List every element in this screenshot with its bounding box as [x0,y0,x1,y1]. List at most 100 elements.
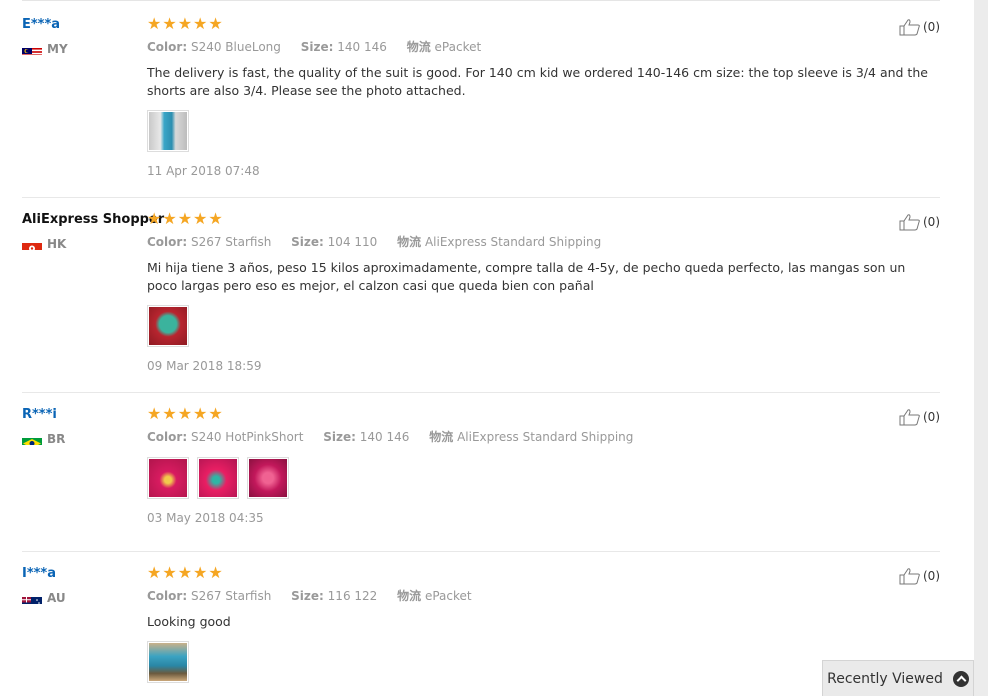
flag-my-icon [22,44,42,55]
thumbs-up-icon [899,19,920,36]
divider [22,392,940,393]
review-photo[interactable] [147,641,189,683]
color-label: Color: [147,40,188,54]
review-photo[interactable] [147,110,189,152]
color-label: Color: [147,235,188,249]
helpful-count: (0) [923,569,940,583]
divider [22,0,940,1]
page-scrollbar-track[interactable] [974,0,988,696]
country-code: AU [47,591,66,605]
star-icon: ★ [162,563,177,582]
reviewer-info: E***a MY [22,17,68,56]
star-icon: ★ [147,14,162,33]
size-label: Size: [300,40,334,54]
recently-viewed-button[interactable]: Recently Viewed [822,660,974,696]
review-date: 11 Apr 2018 07:48 [147,164,260,178]
reviewer-name[interactable]: R***i [22,407,65,422]
size-value: 116 122 [327,589,378,603]
star-icon: ★ [208,404,223,423]
color-label: Color: [147,430,188,444]
shipping-value: ePacket [434,40,482,54]
helpful-button[interactable]: (0) [899,213,940,231]
reviewer-name[interactable]: E***a [22,17,68,32]
star-icon: ★ [147,404,162,423]
review-photos [147,110,937,152]
star-icon: ★ [208,209,223,228]
helpful-count: (0) [923,215,940,229]
divider [22,197,940,198]
star-icon: ★ [162,209,177,228]
shipping-value: AliExpress Standard Shipping [424,235,602,249]
size-value: 140 146 [359,430,410,444]
color-value: S240 HotPinkShort [190,430,304,444]
review-content: ★ ★ ★ ★ ★ Color: S240 HotPinkShort Size:… [147,406,937,525]
divider [22,551,940,552]
color-value: S267 Starfish [190,589,272,603]
helpful-button[interactable]: (0) [899,567,940,585]
shipping-value: ePacket [424,589,472,603]
shipping-value: AliExpress Standard Shipping [457,430,634,444]
review-photos [147,305,937,347]
star-icon: ★ [177,563,193,582]
size-value: 104 110 [327,235,378,249]
reviewer-info: I***a AU [22,566,66,605]
color-label: Color: [147,589,188,603]
rating-stars: ★ ★ ★ ★ ★ [147,565,937,583]
size-value: 140 146 [337,40,387,54]
size-label: Size: [291,589,324,603]
star-icon: ★ [193,14,208,33]
size-label: Size: [291,235,324,249]
review-date: 03 May 2018 04:35 [147,511,264,525]
helpful-button[interactable]: (0) [899,18,940,36]
shipping-label: 物流 [397,235,422,249]
country-code: BR [47,432,66,446]
recently-viewed-label: Recently Viewed [827,670,943,687]
review-text: Looking good [147,614,231,629]
reviewer-info: AliExpress Shopper HK [22,212,164,251]
review-content: ★ ★ ★ ★ ★ Color: S267 Starfish Size: 116… [147,565,937,683]
reviewer-info: R***i BR [22,407,65,446]
reviewer-country: AU [22,591,66,605]
flag-br-icon [22,434,42,445]
review-text: Mi hija tiene 3 años, peso 15 kilos apro… [147,260,906,293]
review-photo[interactable] [197,457,239,499]
order-info: Color: S240 BlueLong Size: 140 146 物流 eP… [147,38,937,55]
helpful-button[interactable]: (0) [899,408,940,426]
color-value: S240 BlueLong [190,40,281,54]
review-content: ★ ★ ★ ★ ★ Color: S267 Starfish Size: 104… [147,211,937,373]
review-photo[interactable] [147,305,189,347]
review-photos [147,457,937,499]
star-icon: ★ [177,209,193,228]
country-code: MY [47,42,68,56]
order-info: Color: S267 Starfish Size: 116 122 物流 eP… [147,587,937,604]
star-icon: ★ [177,14,193,33]
star-icon: ★ [162,404,177,423]
thumbs-up-icon [899,568,920,585]
star-icon: ★ [193,404,208,423]
rating-stars: ★ ★ ★ ★ ★ [147,16,937,34]
thumbs-up-icon [899,409,920,426]
star-icon: ★ [162,14,177,33]
country-code: HK [47,237,67,251]
flag-au-icon [22,593,42,604]
reviewer-country: HK [22,237,164,251]
order-info: Color: S240 HotPinkShort Size: 140 146 物… [147,428,937,445]
color-value: S267 Starfish [190,235,272,249]
shipping-label: 物流 [397,589,422,603]
review-text: The delivery is fast, the quality of the… [147,65,928,98]
star-icon: ★ [193,209,208,228]
order-info: Color: S267 Starfish Size: 104 110 物流 Al… [147,233,937,250]
reviewer-name: AliExpress Shopper [22,212,165,227]
review-date: 09 Mar 2018 18:59 [147,359,262,373]
star-icon: ★ [147,563,162,582]
rating-stars: ★ ★ ★ ★ ★ [147,211,937,229]
reviewer-name[interactable]: I***a [22,566,66,581]
shipping-label: 物流 [406,40,431,54]
star-icon: ★ [177,404,193,423]
shipping-label: 物流 [429,430,454,444]
star-icon: ★ [208,563,223,582]
review-photo[interactable] [147,457,189,499]
helpful-count: (0) [923,20,940,34]
review-photo[interactable] [247,457,289,499]
star-icon: ★ [193,563,208,582]
